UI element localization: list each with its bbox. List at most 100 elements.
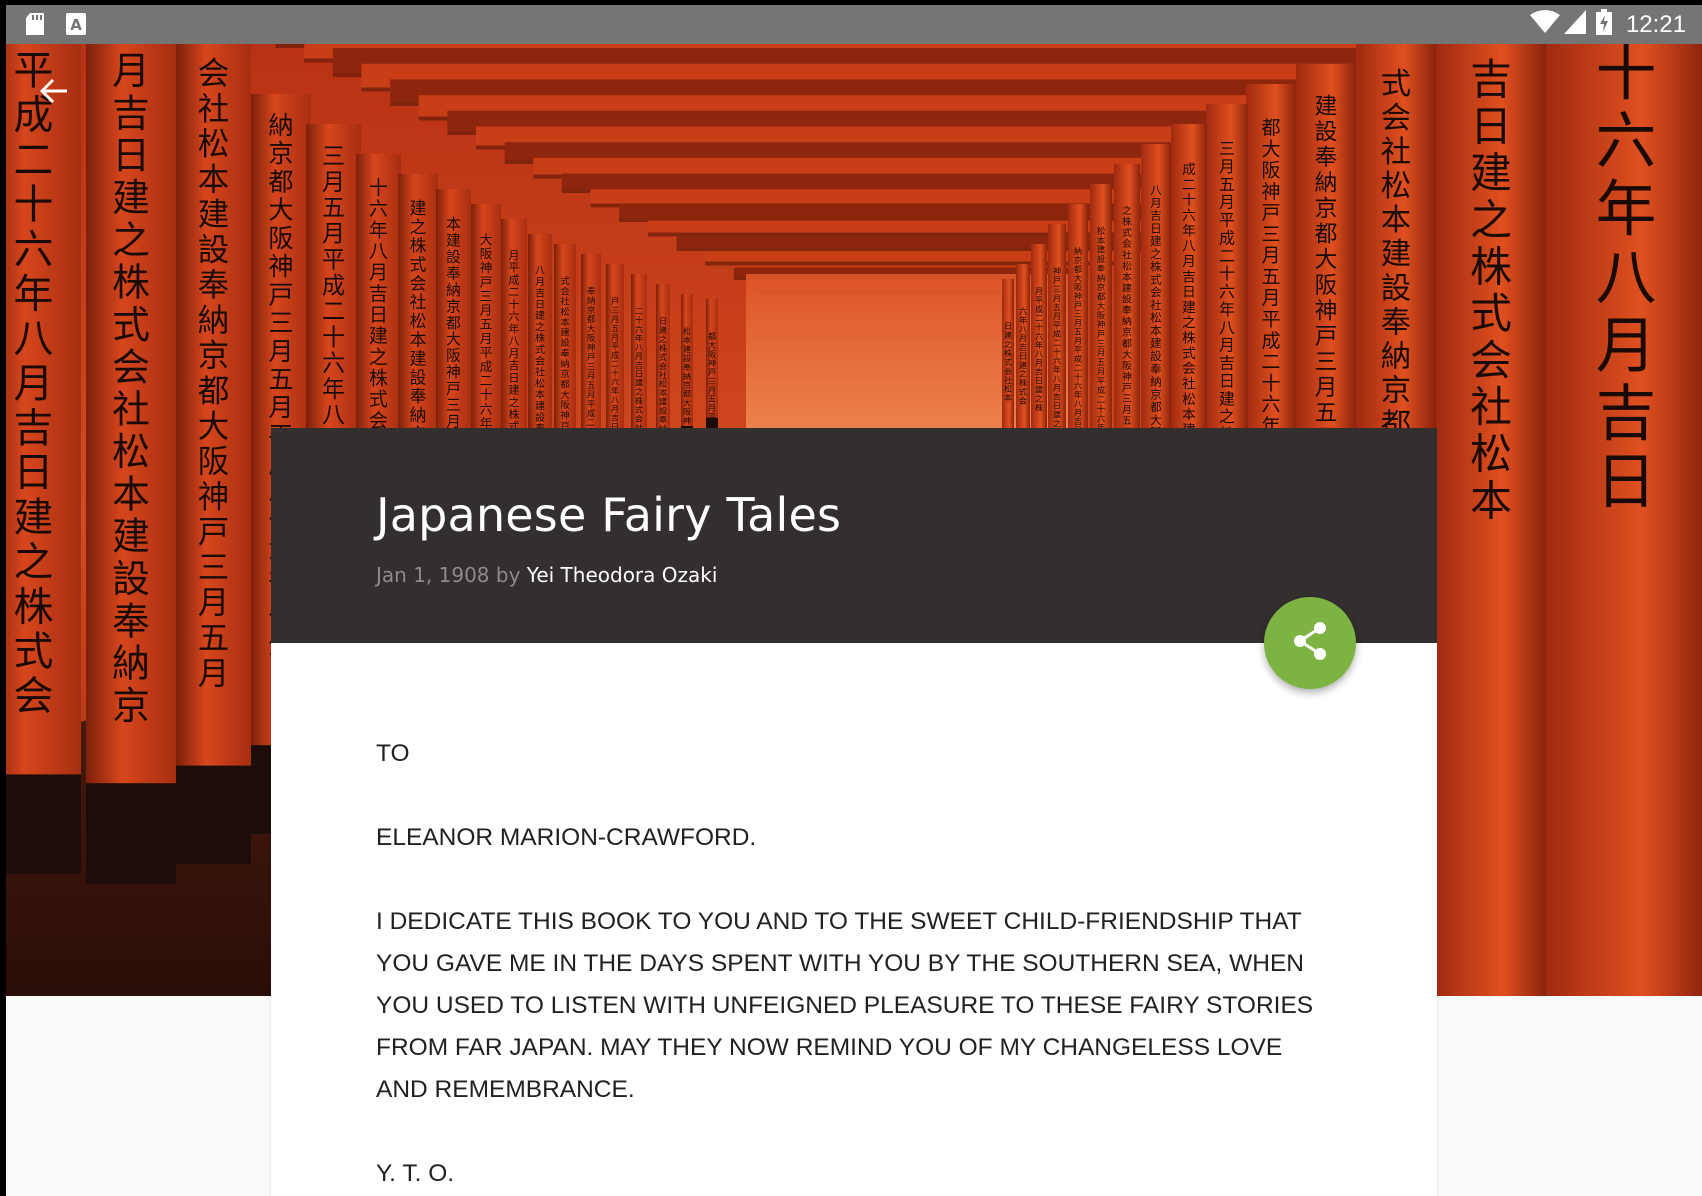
svg-text:奉: 奉 [1381,305,1411,340]
svg-text:十: 十 [1074,371,1082,381]
svg-text:本: 本 [198,162,230,198]
svg-text:月: 月 [1035,359,1043,368]
back-button[interactable] [28,67,80,119]
svg-text:阪: 阪 [560,400,569,411]
svg-text:之: 之 [1122,204,1132,217]
svg-text:之: 之 [1219,407,1235,426]
svg-text:吉: 吉 [535,288,545,300]
svg-text:成: 成 [480,359,493,374]
svg-text:松: 松 [683,326,691,336]
svg-text:会: 会 [14,674,54,720]
svg-text:八: 八 [635,343,643,352]
svg-text:十: 十 [1035,322,1043,332]
svg-text:五: 五 [708,395,716,404]
svg-text:八: 八 [369,241,388,263]
svg-text:月: 月 [198,585,230,621]
svg-text:成: 成 [1182,162,1196,178]
svg-text:建: 建 [1019,360,1027,370]
svg-text:五: 五 [611,324,619,333]
svg-text:神: 神 [1053,266,1061,276]
svg-text:京: 京 [1074,255,1082,265]
svg-text:八: 八 [1596,243,1657,313]
svg-text:三: 三 [198,550,230,586]
svg-text:会: 会 [1122,237,1132,250]
svg-text:建: 建 [1315,94,1338,120]
svg-text:設: 設 [683,353,691,363]
svg-text:納: 納 [1315,171,1338,197]
svg-text:平: 平 [1074,346,1082,355]
svg-text:納: 納 [268,111,293,140]
svg-text:三: 三 [1219,139,1235,158]
svg-text:二: 二 [1035,314,1043,323]
svg-text:十: 十 [1261,372,1280,394]
svg-text:八: 八 [14,316,54,362]
svg-text:月: 月 [1074,408,1082,417]
svg-text:月: 月 [1019,334,1027,343]
share-icon [1292,621,1328,666]
svg-text:日: 日 [1470,102,1512,151]
paragraph-dedication: I DEDICATE THIS BOOK TO YOU AND TO THE S… [376,908,1314,1103]
svg-text:松: 松 [1470,430,1512,479]
svg-text:六: 六 [322,351,345,377]
svg-text:吉: 吉 [635,361,643,370]
svg-text:月: 月 [1219,157,1235,176]
svg-text:八: 八 [1182,239,1196,255]
svg-text:建: 建 [535,399,545,412]
svg-text:松: 松 [1381,169,1411,204]
svg-text:阪: 阪 [1261,160,1280,182]
svg-text:式: 式 [635,405,643,415]
svg-text:五: 五 [322,196,345,222]
svg-text:阪: 阪 [268,224,293,253]
svg-text:神: 神 [268,252,293,281]
svg-text:十: 十 [369,177,388,199]
author-name[interactable]: Yei Theodora Ozaki [527,563,718,587]
svg-text:建: 建 [446,232,461,249]
svg-text:京: 京 [560,368,569,380]
svg-text:三: 三 [708,377,716,386]
svg-text:京: 京 [1122,326,1132,339]
svg-text:平: 平 [708,413,716,422]
svg-text:奉: 奉 [112,599,150,643]
svg-text:成: 成 [611,350,619,360]
svg-text:十: 十 [611,368,619,378]
svg-text:建: 建 [1219,389,1235,408]
svg-text:建: 建 [198,197,230,233]
svg-text:年: 年 [1074,389,1082,399]
svg-text:奉: 奉 [410,386,427,406]
svg-text:八: 八 [1053,375,1061,384]
svg-text:会: 会 [1019,396,1027,406]
svg-text:吉: 吉 [369,283,388,305]
svg-text:建: 建 [410,349,427,369]
svg-text:神: 神 [560,410,569,422]
svg-text:社: 社 [112,388,150,432]
svg-text:月: 月 [1182,254,1196,270]
svg-text:都: 都 [1261,117,1280,139]
svg-text:神: 神 [198,479,230,515]
svg-text:十: 十 [1182,193,1196,209]
svg-text:奉: 奉 [1315,145,1338,171]
svg-text:本: 本 [1122,270,1132,283]
svg-text:神: 神 [708,358,716,368]
svg-text:建: 建 [410,198,427,218]
svg-text:十: 十 [1053,347,1061,357]
svg-text:日: 日 [1004,322,1012,331]
svg-text:吉: 吉 [1219,354,1235,373]
svg-text:八: 八 [1074,399,1082,408]
svg-text:大: 大 [708,340,716,350]
svg-text:月: 月 [14,361,54,407]
svg-text:株: 株 [369,368,388,390]
share-button[interactable] [1264,597,1356,689]
svg-text:三: 三 [1122,394,1132,405]
svg-text:設: 設 [535,411,545,424]
svg-text:日: 日 [1182,285,1196,301]
svg-text:都: 都 [708,332,716,341]
svg-text:社: 社 [1470,383,1512,432]
svg-text:成: 成 [1074,354,1082,364]
svg-text:二: 二 [1219,246,1235,265]
svg-text:式: 式 [535,343,545,356]
svg-text:奉: 奉 [560,347,569,359]
svg-text:三: 三 [1053,285,1061,294]
svg-text:年: 年 [369,219,388,241]
svg-text:月: 月 [480,331,493,346]
svg-text:月: 月 [369,262,388,284]
